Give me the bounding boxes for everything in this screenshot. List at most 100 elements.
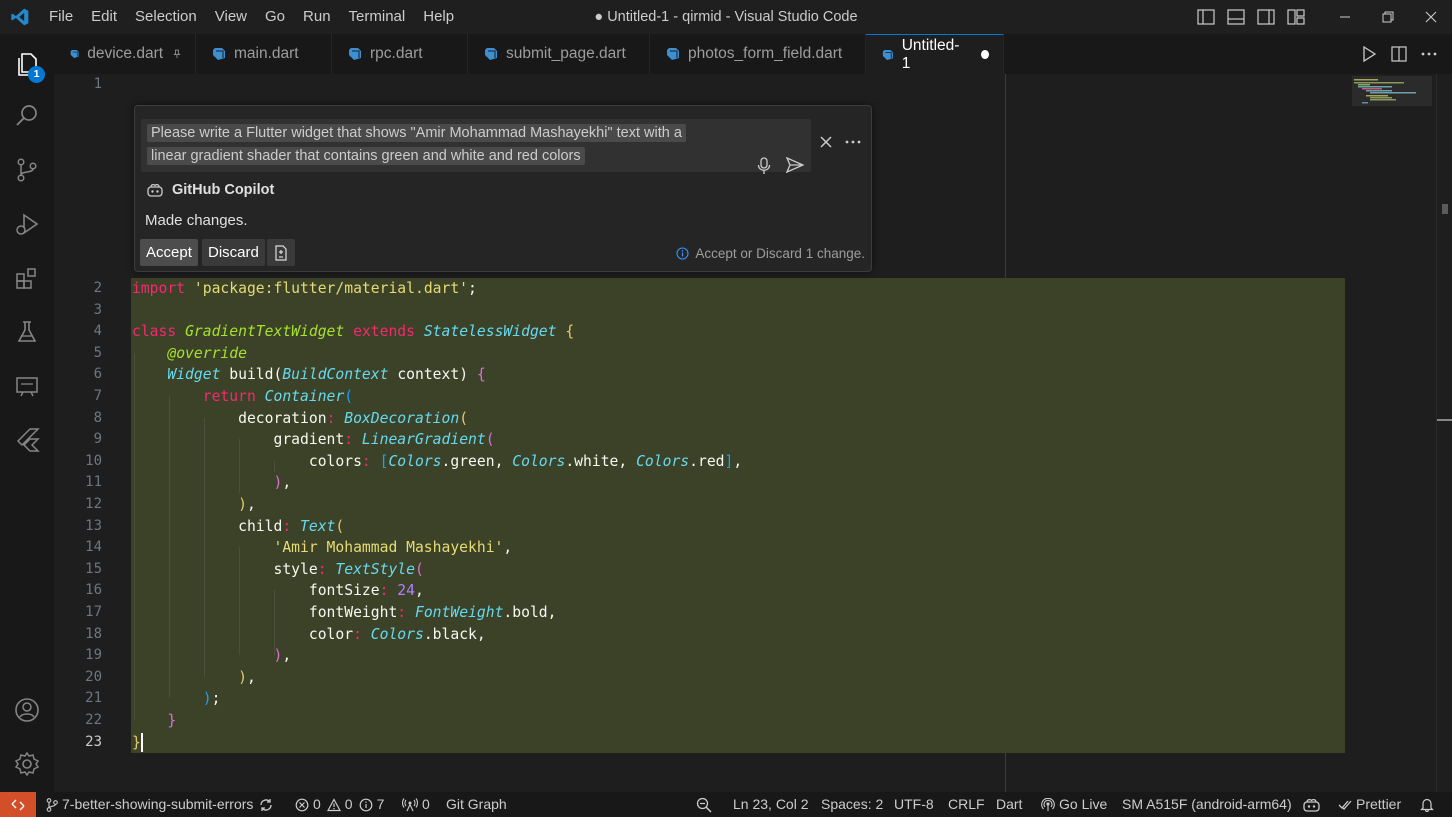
send-icon[interactable] xyxy=(786,157,804,173)
line-number: 3 xyxy=(93,302,102,318)
tab-label: device.dart xyxy=(87,45,164,62)
code-line-5: @override xyxy=(167,345,247,362)
minimize-icon[interactable] xyxy=(1323,0,1366,34)
close-window-icon[interactable] xyxy=(1409,0,1452,34)
menu-run[interactable]: Run xyxy=(294,0,340,34)
text-cursor xyxy=(141,733,143,752)
info-icon xyxy=(359,798,372,811)
chat-status-text: Accept or Discard 1 change. xyxy=(695,246,865,261)
testing-icon[interactable] xyxy=(0,308,54,356)
line-number: 2 xyxy=(93,280,102,296)
dart-file-icon xyxy=(667,48,679,60)
toggle-secondary-sidebar-icon[interactable] xyxy=(1251,0,1281,34)
code-line-17: fontWeight: FontWeight.bold, xyxy=(308,604,557,621)
close-chat-icon[interactable] xyxy=(820,136,832,148)
explorer-icon[interactable]: 1 xyxy=(0,40,54,88)
menu-edit[interactable]: Edit xyxy=(82,0,126,34)
line-number: 15 xyxy=(85,561,102,577)
show-diff-button[interactable] xyxy=(267,239,295,266)
prettier-status[interactable]: Prettier xyxy=(1338,792,1401,817)
line-number: 21 xyxy=(85,690,102,706)
line-number: 19 xyxy=(85,647,102,663)
file-encoding[interactable]: UTF-8 xyxy=(894,792,934,817)
code-line-16: fontSize: 24, xyxy=(308,582,424,599)
tab-label: Untitled-1 xyxy=(901,36,960,72)
tab-rpc-dart[interactable]: rpc.dart xyxy=(332,34,468,74)
line-ending[interactable]: CRLF xyxy=(948,792,985,817)
menu-file[interactable]: File xyxy=(40,0,82,34)
menu-view[interactable]: View xyxy=(206,0,256,34)
discard-button[interactable]: Discard xyxy=(202,239,265,266)
line-number: 1 xyxy=(93,76,102,92)
menu-terminal[interactable]: Terminal xyxy=(340,0,415,34)
problems-status[interactable]: 0 0 7 xyxy=(295,792,384,817)
more-actions-icon[interactable] xyxy=(1414,34,1444,74)
zoom-icon[interactable] xyxy=(696,792,716,817)
tab-label: rpc.dart xyxy=(370,45,423,62)
dart-file-icon xyxy=(349,48,361,60)
code-line-12: ), xyxy=(238,496,256,513)
line-number: 5 xyxy=(93,345,102,361)
vscode-logo-icon xyxy=(0,0,40,34)
tab-main-dart[interactable]: main.dart xyxy=(196,34,332,74)
customize-layout-icon[interactable] xyxy=(1281,0,1311,34)
accounts-icon[interactable] xyxy=(0,686,54,734)
chat-prompt-input[interactable]: Please write a Flutter widget that shows… xyxy=(141,119,811,175)
settings-gear-icon[interactable] xyxy=(0,740,54,788)
chat-more-icon[interactable] xyxy=(845,136,861,148)
code-line-4: class GradientTextWidget extends Statele… xyxy=(132,323,575,340)
extensions-icon[interactable] xyxy=(0,254,54,302)
tab-photos-form-field-dart[interactable]: photos_form_field.dart xyxy=(650,34,866,74)
git-graph-button[interactable]: Git Graph xyxy=(446,792,507,817)
menu-go[interactable]: Go xyxy=(256,0,294,34)
line-number: 11 xyxy=(85,474,102,490)
menu-help[interactable]: Help xyxy=(414,0,463,34)
status-bar: 7-better-showing-submit-errors 0 0 7 0 G… xyxy=(0,792,1452,817)
restore-icon[interactable] xyxy=(1366,0,1409,34)
menu-selection[interactable]: Selection xyxy=(126,0,206,34)
run-file-icon[interactable] xyxy=(1354,34,1384,74)
line-number: 4 xyxy=(93,323,102,339)
line-number: 8 xyxy=(93,410,102,426)
run-debug-icon[interactable] xyxy=(0,200,54,248)
toggle-panel-icon[interactable] xyxy=(1221,0,1251,34)
tab-device-dart[interactable]: device.dart xyxy=(54,34,196,74)
cursor-position[interactable]: Ln 23, Col 2 xyxy=(733,792,809,817)
code-line-8: decoration: BoxDecoration( xyxy=(238,410,469,427)
prettier-label: Prettier xyxy=(1356,796,1402,812)
sync-icon[interactable] xyxy=(259,798,273,812)
remote-explorer-icon[interactable] xyxy=(0,362,54,410)
split-editor-icon[interactable] xyxy=(1384,34,1414,74)
pin-icon[interactable] xyxy=(173,47,181,61)
line-number-current: 23 xyxy=(85,734,102,750)
flutter-device[interactable]: SM A515F (android-arm64) xyxy=(1122,792,1292,817)
tab-submit-page-dart[interactable]: submit_page.dart xyxy=(468,34,650,74)
copilot-header: GitHub Copilot xyxy=(147,182,274,198)
notifications-bell-icon[interactable] xyxy=(1420,792,1438,817)
title-bar: File Edit Selection View Go Run Terminal… xyxy=(0,0,1452,34)
accept-button[interactable]: Accept xyxy=(140,239,198,266)
microphone-icon[interactable] xyxy=(757,157,771,175)
remote-indicator[interactable] xyxy=(0,792,36,817)
minimap[interactable] xyxy=(1350,74,1436,792)
copilot-status-icon[interactable] xyxy=(1303,792,1324,817)
tab-label: submit_page.dart xyxy=(506,45,626,62)
unsaved-dot-icon[interactable] xyxy=(981,50,989,59)
toggle-primary-sidebar-icon[interactable] xyxy=(1191,0,1221,34)
editor-scrollbar[interactable] xyxy=(1436,74,1452,792)
editor-area[interactable]: 1 2 3 4 5 6 7 8 9 10 11 12 13 14 15 16 1… xyxy=(54,74,1452,792)
code-line-23: } xyxy=(132,734,141,751)
search-icon[interactable] xyxy=(0,92,54,140)
go-live-button[interactable]: Go Live xyxy=(1041,792,1107,817)
line-number: 14 xyxy=(85,539,102,555)
double-check-icon xyxy=(1338,800,1352,810)
tab-untitled-1[interactable]: Untitled-1 xyxy=(866,34,1004,74)
indentation[interactable]: Spaces: 2 xyxy=(821,792,883,817)
flutter-icon[interactable] xyxy=(0,416,54,464)
language-mode[interactable]: Dart xyxy=(996,792,1022,817)
source-control-icon[interactable] xyxy=(0,146,54,194)
git-branch-status[interactable]: 7-better-showing-submit-errors xyxy=(46,792,277,817)
ports-status[interactable]: 0 xyxy=(402,792,430,817)
copilot-name: GitHub Copilot xyxy=(172,182,275,198)
chat-response-text: Made changes. xyxy=(145,212,248,229)
